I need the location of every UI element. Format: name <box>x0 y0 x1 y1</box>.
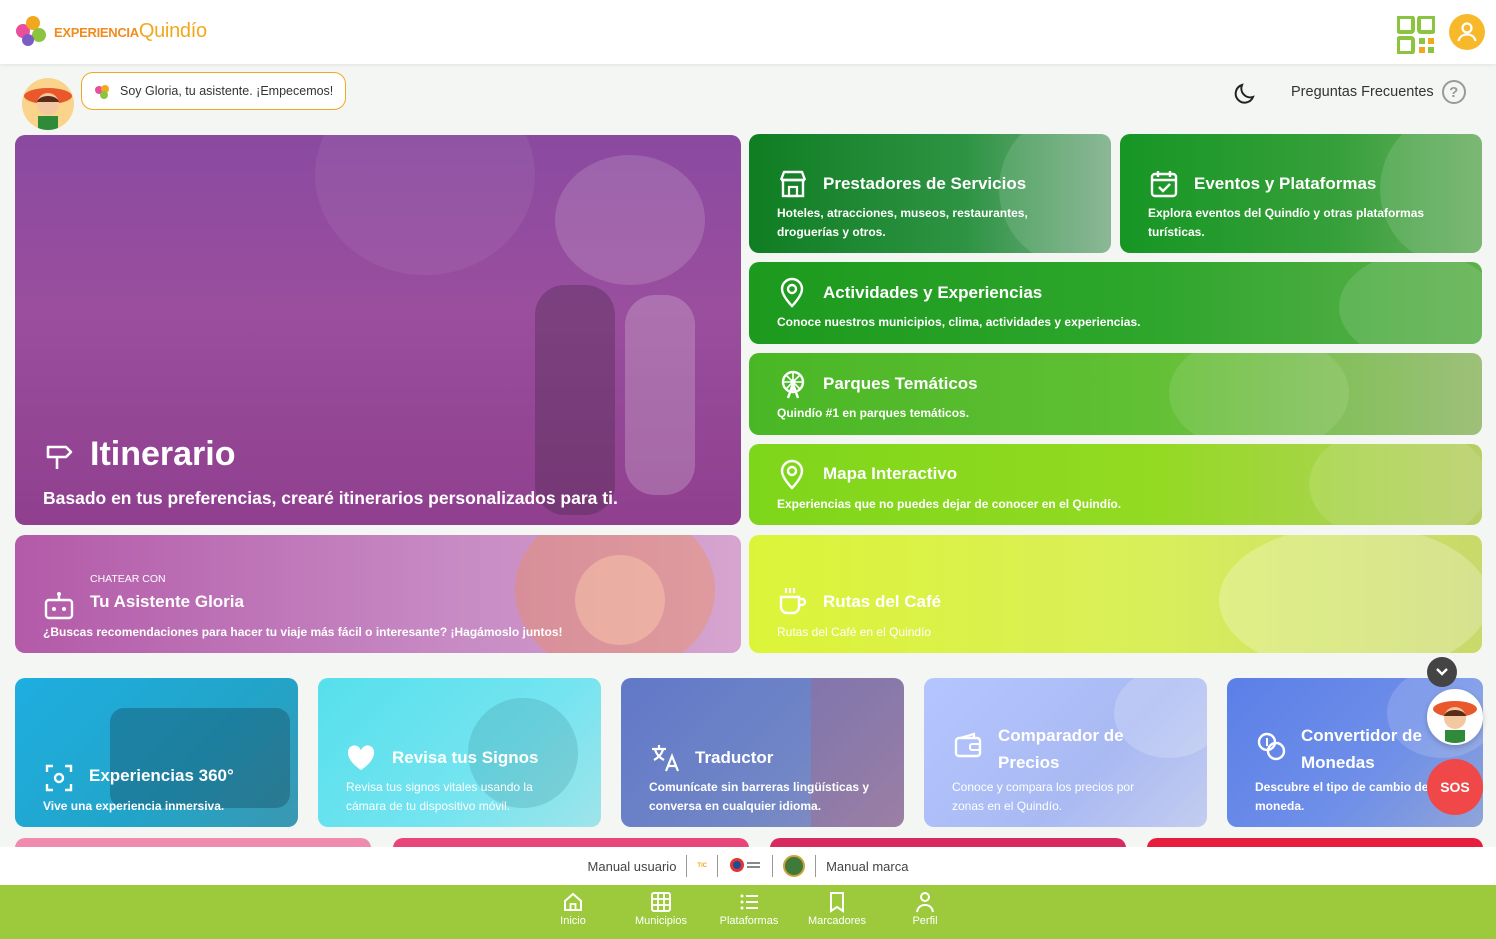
bottom-nav: Inicio Municipios Plataformas Marcadores… <box>0 885 1496 939</box>
parques-desc: Quindío #1 en parques temáticos. <box>777 406 970 420</box>
gloria-chat-card[interactable]: CHATEAR CON Tu Asistente Gloria ¿Buscas … <box>15 535 741 653</box>
eventos-desc: Explora eventos del Quindío y otras plat… <box>1148 206 1425 239</box>
nav-label-municipios: Municipios <box>635 915 687 927</box>
prestadores-card[interactable]: Prestadores de Servicios Hoteles, atracc… <box>749 134 1111 253</box>
signos-desc: Revisa tus signos vitales usando la cáma… <box>346 780 533 813</box>
mapa-title: Mapa Interactivo <box>823 464 958 483</box>
experiencias-360-card[interactable]: Experiencias 360° Vive una experiencia i… <box>15 678 298 827</box>
signpost-icon <box>43 440 75 472</box>
divider <box>686 855 688 877</box>
coins-icon <box>1255 730 1287 762</box>
help-circle-icon: ? <box>1441 80 1466 104</box>
parques-title: Parques Temáticos <box>823 374 978 393</box>
manual-usuario-link[interactable]: Manual usuario <box>588 859 677 874</box>
top-header: EXPERIENCIAQuindío <box>0 0 1496 64</box>
bookmark-icon <box>830 892 844 913</box>
experiencia-quindio-logo[interactable]: EXPERIENCIAQuindío <box>12 12 207 50</box>
nav-label-perfil: Perfil <box>912 915 938 927</box>
parques-card[interactable]: Parques Temáticos Quindío #1 en parques … <box>749 353 1482 435</box>
chevron-down-icon[interactable] <box>1427 657 1457 687</box>
faq-link[interactable]: Preguntas Frecuentes ? <box>1291 80 1466 104</box>
mapa-desc: Experiencias que no puedes dejar de cono… <box>777 497 1122 511</box>
floating-gloria-button[interactable] <box>1427 689 1483 745</box>
convertidor-desc: Descubre el tipo de cambio de moneda. <box>1255 780 1429 813</box>
store-icon <box>777 168 809 200</box>
grid-icon <box>651 892 671 912</box>
comparador-card[interactable]: Comparador de Precios Conoce y compara l… <box>924 678 1207 827</box>
itinerario-title: Itinerario <box>90 435 236 473</box>
map-pin-icon <box>777 458 807 490</box>
prestadores-title: Prestadores de Servicios <box>823 174 1027 193</box>
signos-card[interactable]: Revisa tus Signos Revisa tus signos vita… <box>318 678 601 827</box>
mapa-card[interactable]: Mapa Interactivo Experiencias que no pue… <box>749 444 1482 525</box>
location-pin-icon <box>777 276 807 308</box>
nav-label-inicio: Inicio <box>560 915 586 927</box>
nav-item-marcadores[interactable]: Marcadores <box>802 891 872 927</box>
comparador-title: Comparador de Precios <box>998 726 1124 772</box>
rutas-card[interactable]: Rutas del Café Rutas del Café en el Quin… <box>749 535 1482 653</box>
gloria-greeting-bubble: Soy Gloria, tu asistente. ¡Empecemos! <box>81 72 347 110</box>
ferris-wheel-icon <box>777 368 809 400</box>
scan-360-icon <box>43 762 75 794</box>
calendar-check-icon <box>1148 168 1180 200</box>
heart-icon <box>346 744 376 772</box>
moon-icon[interactable] <box>1233 80 1259 106</box>
gobierno-logo <box>728 856 762 877</box>
traductor-desc: Comunícate sin barreras lingüísticas y c… <box>649 780 870 813</box>
home-icon <box>564 892 582 911</box>
logo-text-quindio: Quindío <box>138 19 207 42</box>
tic-logo: TIC <box>697 863 708 869</box>
divider <box>717 855 719 877</box>
experiencias-360-desc: Vive una experiencia inmersiva. <box>43 799 225 813</box>
coffee-cup-icon <box>777 585 809 617</box>
nav-item-plataformas[interactable]: Plataformas <box>714 891 784 927</box>
eventos-card[interactable]: Eventos y Plataformas Explora eventos de… <box>1120 134 1482 253</box>
convertidor-title: Convertidor de Monedas <box>1301 726 1422 772</box>
gloria-greeting-text: Soy Gloria, tu asistente. ¡Empecemos! <box>120 84 334 98</box>
nav-item-perfil[interactable]: Perfil <box>890 891 960 927</box>
robot-icon <box>43 591 75 621</box>
wallet-icon <box>952 730 984 762</box>
list-icon <box>740 894 758 910</box>
gloria-chat-desc: ¿Buscas recomendaciones para hacer tu vi… <box>43 625 563 639</box>
gloria-chat-title: Tu Asistente Gloria <box>90 592 244 611</box>
footer-links: Manual usuario TIC Manual marca <box>0 847 1496 885</box>
rutas-desc: Rutas del Café en el Quindío <box>777 625 932 639</box>
itinerario-desc: Basado en tus preferencias, crearé itine… <box>43 488 618 508</box>
traductor-card[interactable]: Traductor Comunícate sin barreras lingüí… <box>621 678 904 827</box>
actividades-title: Actividades y Experiencias <box>823 283 1043 302</box>
nav-label-marcadores: Marcadores <box>807 915 867 927</box>
quindio-seal-logo <box>783 855 806 877</box>
divider <box>815 855 817 877</box>
nav-item-municipios[interactable]: Municipios <box>626 891 696 927</box>
manual-marca-link[interactable]: Manual marca <box>826 859 908 874</box>
signos-title: Revisa tus Signos <box>392 748 539 767</box>
experiencias-360-title: Experiencias 360° <box>89 766 234 785</box>
nav-item-inicio[interactable]: Inicio <box>538 891 608 927</box>
divider <box>772 855 774 877</box>
itinerario-card[interactable]: Itinerario Basado en tus preferencias, c… <box>15 135 741 525</box>
traductor-title: Traductor <box>695 748 774 767</box>
prestadores-desc: Hoteles, atracciones, museos, restaurant… <box>777 206 1028 239</box>
translate-icon <box>649 742 681 774</box>
faq-label: Preguntas Frecuentes <box>1291 84 1434 100</box>
nav-label-plataformas: Plataformas <box>719 915 779 927</box>
flower-icon <box>95 85 109 99</box>
person-icon <box>916 892 934 913</box>
actividades-desc: Conoce nuestros municipios, clima, activ… <box>777 315 1141 329</box>
gloria-avatar[interactable] <box>22 78 74 130</box>
comparador-desc: Conoce y compara los precios por zonas e… <box>952 780 1135 813</box>
sos-button[interactable]: SOS <box>1427 759 1483 815</box>
logo-mark-icon <box>12 12 50 50</box>
actividades-card[interactable]: Actividades y Experiencias Conoce nuestr… <box>749 262 1482 344</box>
qr-code-icon[interactable] <box>1396 15 1436 55</box>
eventos-title: Eventos y Plataformas <box>1194 174 1377 193</box>
user-icon[interactable] <box>1449 14 1485 50</box>
gloria-chat-kicker: CHATEAR CON <box>90 573 166 585</box>
logo-text-experiencia: EXPERIENCIA <box>54 24 139 40</box>
rutas-title: Rutas del Café <box>823 592 942 611</box>
